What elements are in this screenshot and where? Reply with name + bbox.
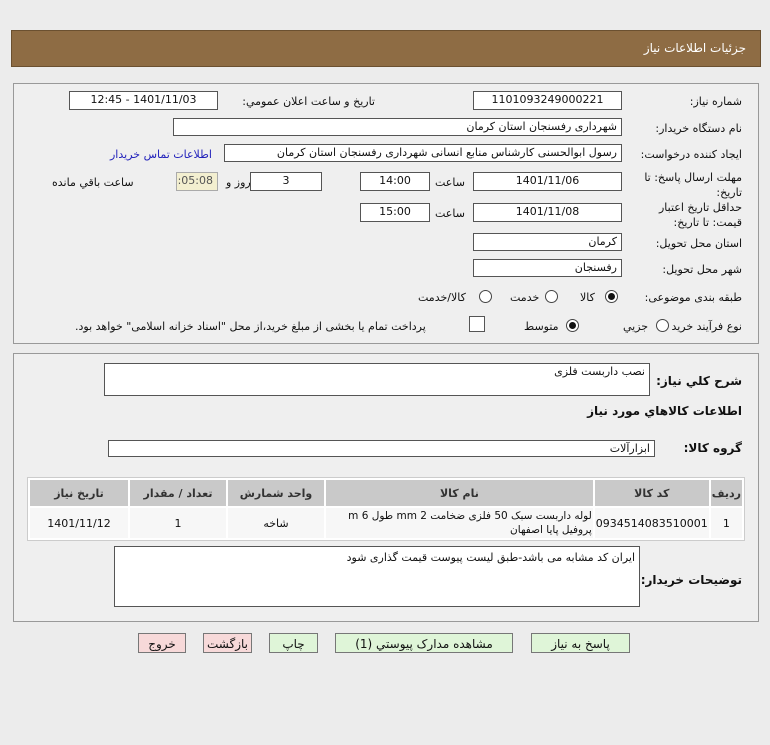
back-button[interactable]: بازگشت <box>203 633 252 653</box>
col-name: نام کالا <box>326 480 593 506</box>
summary-label: شرح کلي نياز: <box>656 374 742 388</box>
announce-field: 1401/11/03 - 12:45 <box>69 91 218 110</box>
col-row: رديف <box>710 480 742 506</box>
cell-name: لوله داربست سبک 50 فلزی ضخامت 2 mm طول 6… <box>326 508 593 538</box>
exit-button[interactable]: خروج <box>138 633 186 653</box>
category-option-both: کالا/خدمت <box>418 291 466 304</box>
province-label: استان محل تحويل: <box>655 237 742 250</box>
cell-code: 0934514083510001 <box>594 508 709 538</box>
goods-info-title: اطلاعات کالاهاي مورد نياز <box>587 404 742 418</box>
page-title: جزئيات اطلاعات نياز <box>643 41 746 55</box>
creator-label: ايجاد کننده درخواست: <box>640 148 742 161</box>
deadline-time-label: ساعت <box>435 176 465 189</box>
validity-time-label: ساعت <box>435 207 465 220</box>
view-attachments-button[interactable]: مشاهده مدارک پيوستي (1) <box>335 633 513 653</box>
deadline-time-field: 14:00 <box>360 172 430 191</box>
creator-field: رسول ابوالحسنی کارشناس منابع انسانی شهرد… <box>224 144 622 162</box>
summary-field: نصب داربست فلزی <box>104 363 650 396</box>
process-option-medium: متوسط <box>524 320 559 333</box>
table-header-row: رديف کد کالا نام کالا واحد شمارش تعداد /… <box>30 480 742 506</box>
remaining-time-field: 01:05:08 <box>176 172 218 191</box>
category-option-service: خدمت <box>510 291 540 304</box>
col-code: کد کالا <box>594 480 709 506</box>
col-date: تاريخ نياز <box>30 480 128 506</box>
category-option-goods: کالا <box>580 291 595 304</box>
process-radio-partial[interactable] <box>656 319 669 332</box>
city-field: رفسنجان <box>473 259 622 277</box>
goods-table-wrapper: رديف کد کالا نام کالا واحد شمارش تعداد /… <box>27 477 745 541</box>
goods-table: رديف کد کالا نام کالا واحد شمارش تعداد /… <box>28 478 744 540</box>
reply-button[interactable]: پاسخ به نياز <box>531 633 630 653</box>
cell-quantity: 1 <box>130 508 226 538</box>
table-row: 1 0934514083510001 لوله داربست سبک 50 فل… <box>30 508 742 538</box>
goods-group-label: گروه کالا: <box>683 441 742 455</box>
category-radio-goods[interactable] <box>605 290 618 303</box>
validity-date-field: 1401/11/08 <box>473 203 622 222</box>
validity-time-field: 15:00 <box>360 203 430 222</box>
days-field: 3 <box>250 172 322 191</box>
need-number-field: 1101093249000221 <box>473 91 622 110</box>
province-field: کرمان <box>473 233 622 251</box>
contact-buyer-link[interactable]: اطلاعات تماس خريدار <box>110 148 212 161</box>
need-number-label: شماره نياز: <box>689 95 742 108</box>
cell-unit: شاخه <box>228 508 324 538</box>
payment-note: پرداخت تمام يا بخشی از مبلغ خريد،از محل … <box>75 320 426 333</box>
process-radio-medium[interactable] <box>566 319 579 332</box>
announce-label: تاريخ و ساعت اعلان عمومي: <box>242 95 375 108</box>
goods-group-field: ابزارآلات <box>108 440 655 457</box>
treasury-payment-checkbox[interactable] <box>469 316 485 332</box>
cell-date: 1401/11/12 <box>30 508 128 538</box>
category-label: طبقه بندی موضوعی: <box>644 291 742 304</box>
buyer-org-field: شهرداری رفسنجان استان کرمان <box>173 118 622 136</box>
buyer-notes-label: توضيحات خريدار: <box>640 573 742 587</box>
page-header: جزئيات اطلاعات نياز <box>11 30 761 67</box>
process-option-partial: جزيي <box>623 320 649 333</box>
category-radio-both[interactable] <box>479 290 492 303</box>
deadline-date-field: 1401/11/06 <box>473 172 622 191</box>
remaining-label: ساعت باقي مانده <box>52 176 134 189</box>
city-label: شهر محل تحويل: <box>662 263 742 276</box>
buyer-notes-field: ايران کد مشابه می باشد-طبق ليست پيوست قي… <box>114 546 640 607</box>
cell-row: 1 <box>710 508 742 538</box>
process-label: نوع فرآيند خريد : <box>664 320 742 333</box>
print-button[interactable]: چاپ <box>269 633 318 653</box>
days-label: روز و <box>226 176 251 189</box>
deadline-label: مهلت ارسال پاسخ: تا تاريخ: <box>644 171 742 199</box>
buyer-org-label: نام دستگاه خريدار: <box>655 122 742 135</box>
validity-label: حداقل تاريخ اعتبار قيمت: تا تاريخ: <box>658 201 742 229</box>
col-quantity: تعداد / مقدار <box>130 480 226 506</box>
category-radio-service[interactable] <box>545 290 558 303</box>
col-unit: واحد شمارش <box>228 480 324 506</box>
